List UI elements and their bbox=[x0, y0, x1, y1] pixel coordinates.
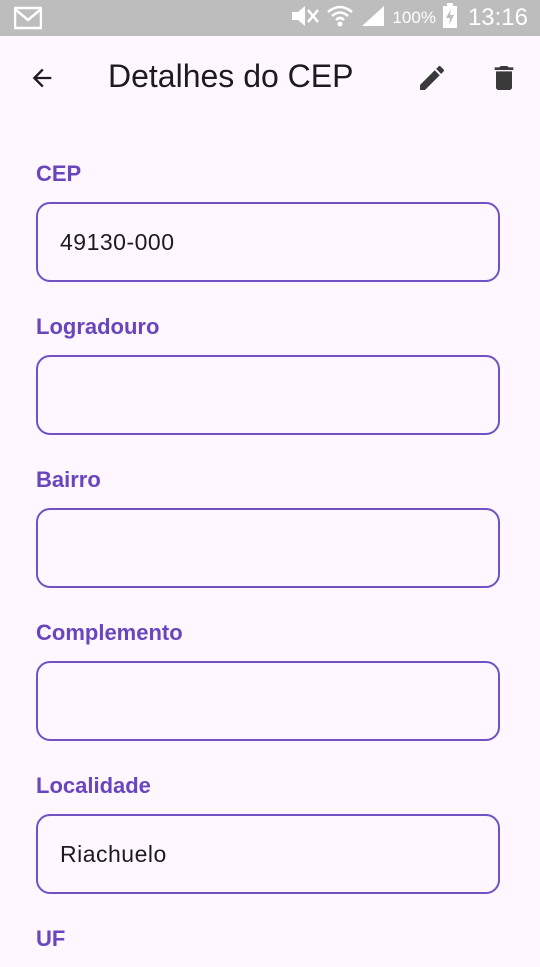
field-cep: CEP 49130-000 bbox=[36, 156, 504, 282]
field-uf: UF bbox=[36, 921, 504, 957]
wifi-icon bbox=[326, 4, 360, 33]
page-title: Detalhes do CEP bbox=[108, 58, 354, 94]
field-label: CEP bbox=[36, 161, 82, 186]
field-label: Localidade bbox=[36, 773, 151, 798]
battery-percent: 100% bbox=[392, 8, 436, 27]
cep-form: CEP 49130-000 Logradouro Bairro Compleme… bbox=[36, 156, 504, 967]
signal-icon bbox=[360, 4, 392, 33]
status-clock: 13:16 bbox=[467, 4, 528, 31]
field-logradouro: Logradouro bbox=[36, 309, 504, 435]
field-localidade: Localidade Riachuelo bbox=[36, 768, 504, 894]
mute-icon bbox=[290, 4, 326, 33]
trash-icon[interactable] bbox=[486, 60, 522, 96]
status-bar: 100% 13:16 bbox=[0, 0, 540, 36]
field-label: Complemento bbox=[36, 620, 183, 645]
cep-input[interactable]: 49130-000 bbox=[36, 202, 500, 282]
localidade-input[interactable]: Riachuelo bbox=[36, 814, 500, 894]
arrow-back-icon[interactable] bbox=[26, 62, 58, 94]
complemento-input[interactable] bbox=[36, 661, 500, 741]
field-label: UF bbox=[36, 926, 66, 951]
field-complemento: Complemento bbox=[36, 615, 504, 741]
field-label: Bairro bbox=[36, 467, 101, 492]
battery-charging-icon bbox=[442, 2, 464, 34]
app-bar: Detalhes do CEP bbox=[0, 36, 540, 120]
field-label: Logradouro bbox=[36, 314, 160, 339]
edit-pencil-icon[interactable] bbox=[414, 60, 450, 96]
gmail-icon bbox=[13, 6, 43, 35]
bairro-input[interactable] bbox=[36, 508, 500, 588]
field-bairro: Bairro bbox=[36, 462, 504, 588]
logradouro-input[interactable] bbox=[36, 355, 500, 435]
